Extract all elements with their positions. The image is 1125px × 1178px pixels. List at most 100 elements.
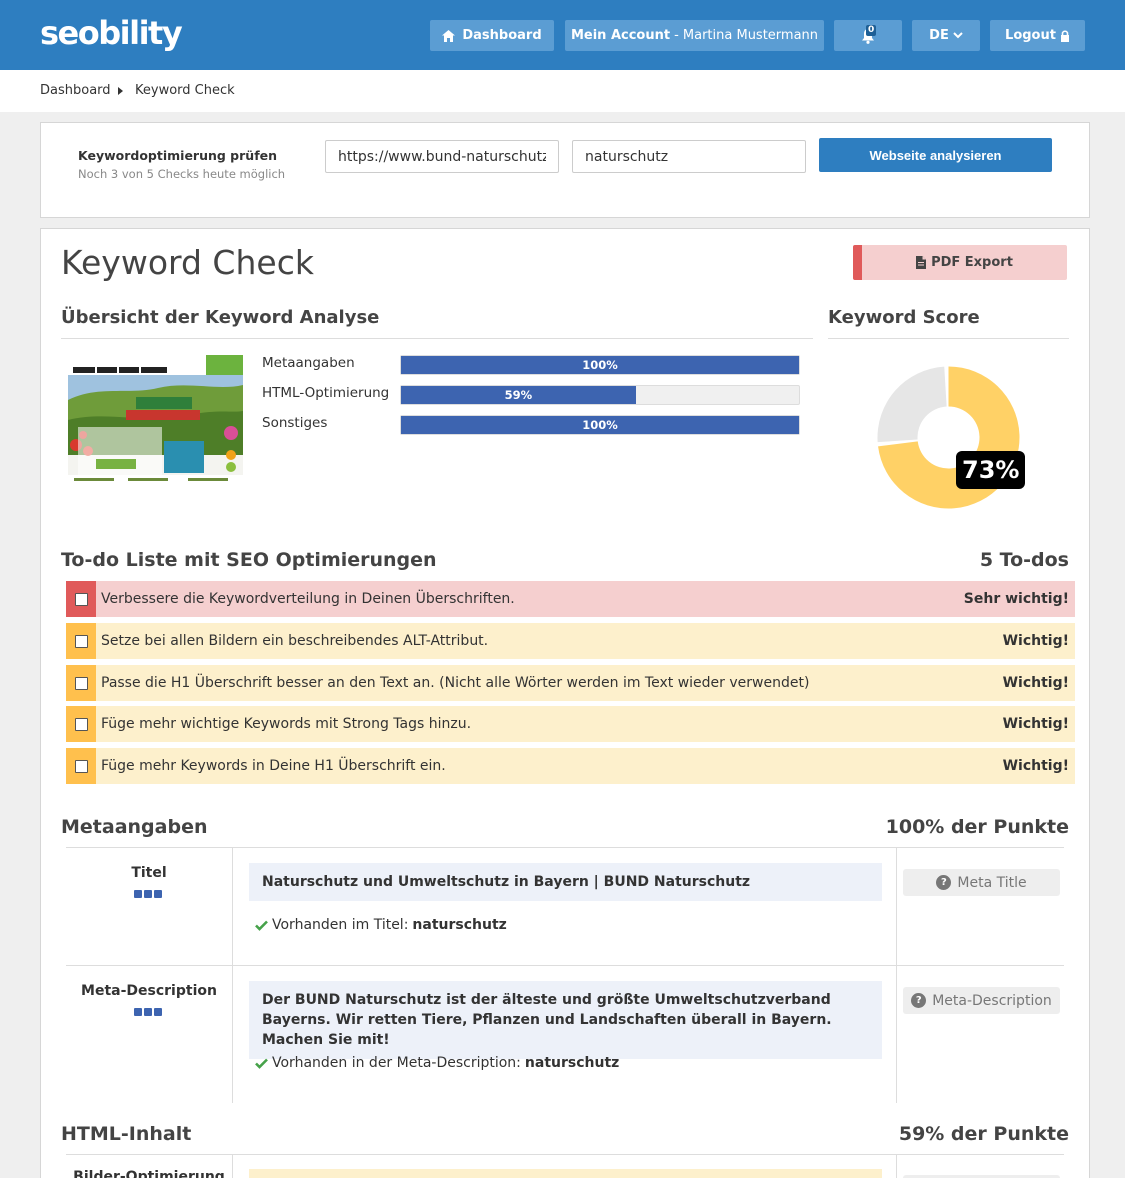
priority-marker: [66, 706, 96, 742]
home-icon: [442, 29, 456, 42]
todo-item[interactable]: Passe die H1 Überschrift besser an den T…: [66, 665, 1075, 701]
seobility-logo[interactable]: seobility: [40, 14, 183, 52]
question-icon: ?: [911, 993, 927, 1008]
importance-indicator: [134, 1008, 162, 1016]
bar-label-sonstiges: Sonstiges: [262, 415, 328, 431]
html-table-divider: [896, 1155, 897, 1178]
breadcrumb-current: Keyword Check: [135, 83, 235, 98]
progress-fill: 100%: [401, 356, 799, 374]
language-label: DE: [929, 28, 949, 43]
check-keyword: naturschutz: [412, 917, 507, 933]
todo-heading: To-do Liste mit SEO Optimierungen: [61, 549, 437, 571]
dashboard-button-label: Dashboard: [462, 28, 542, 43]
url-input[interactable]: [325, 140, 559, 173]
check-keyword: naturschutz: [524, 1055, 620, 1071]
html-row-label: Bilder-Optimierung: [73, 1169, 225, 1178]
todo-checkbox[interactable]: [74, 634, 88, 648]
language-dropdown[interactable]: DE: [912, 20, 980, 51]
pdf-export-button[interactable]: PDF Export: [853, 245, 1067, 280]
todo-item[interactable]: Verbessere die Keywordverteilung in Dein…: [66, 581, 1075, 617]
todo-priority: Sehr wichtig!: [963, 591, 1069, 607]
file-icon: [916, 256, 927, 269]
notifications-button[interactable]: 0: [834, 20, 902, 51]
progress-bar-html-optimierung: 59%: [400, 385, 800, 405]
pdf-export-label: PDF Export: [931, 255, 1013, 270]
html-section-points: 59% der Punkte: [898, 1123, 1069, 1145]
todo-priority: Wichtig!: [1002, 758, 1069, 774]
progress-fill: 59%: [401, 386, 636, 404]
keyword-input[interactable]: [572, 140, 806, 173]
todo-text: Setze bei allen Bildern ein beschreibend…: [101, 633, 489, 649]
html-table-divider: [232, 1155, 233, 1178]
bar-label-metaangaben: Metaangaben: [262, 355, 355, 371]
todo-text: Füge mehr wichtige Keywords mit Strong T…: [101, 716, 472, 732]
todo-priority: Wichtig!: [1002, 675, 1069, 691]
account-button[interactable]: Mein Account - Martina Mustermann: [565, 20, 824, 51]
checks-remaining-text: Noch 3 von 5 Checks heute möglich: [78, 167, 286, 181]
keyword-check-report: Keyword Check PDF Export Übersicht der K…: [40, 228, 1090, 1178]
todo-text: Passe die H1 Überschrift besser an den T…: [101, 675, 810, 691]
todo-priority: Wichtig!: [1002, 716, 1069, 732]
meta-check-result: Vorhanden in der Meta-Description: natur…: [255, 1055, 619, 1071]
overview-heading: Übersicht der Keyword Analyse: [61, 307, 380, 328]
html-table-top-border: [66, 1154, 1064, 1155]
meta-description-value: Der BUND Naturschutz ist der älteste und…: [249, 981, 882, 1059]
priority-marker: [66, 665, 96, 701]
page-title: Keyword Check: [61, 243, 314, 282]
meta-title-value: Naturschutz und Umweltschutz in Bayern |…: [249, 863, 882, 901]
notification-count-badge: 0: [866, 25, 877, 36]
breadcrumb-separator-icon: [118, 87, 123, 95]
importance-indicator: [134, 890, 162, 898]
meta-row-label: Titel: [131, 865, 167, 881]
analyze-website-button[interactable]: Webseite analysieren: [819, 138, 1052, 172]
todo-priority: Wichtig!: [1002, 633, 1069, 649]
meta-section-points: 100% der Punkte: [885, 816, 1069, 838]
breadcrumb: Dashboard Keyword Check: [0, 70, 1125, 112]
html-row-value-box: [249, 1169, 882, 1178]
meta-row-divider: [66, 965, 1064, 966]
chevron-down-icon: [953, 32, 963, 39]
logout-button[interactable]: Logout: [990, 20, 1085, 51]
todo-checkbox[interactable]: [74, 676, 88, 690]
keyword-score-value: 73%: [956, 451, 1026, 489]
meta-section-heading: Metaangaben: [61, 816, 208, 838]
form-title: Keywordoptimierung prüfen: [78, 148, 278, 163]
top-navigation-bar: seobility Dashboard Mein Account - Marti…: [0, 0, 1125, 70]
dashboard-button[interactable]: Dashboard: [430, 20, 554, 51]
todo-item[interactable]: Füge mehr Keywords in Deine H1 Überschri…: [66, 748, 1075, 784]
meta-description-help-button[interactable]: ? Meta-Description: [903, 987, 1060, 1014]
todo-item[interactable]: Füge mehr wichtige Keywords mit Strong T…: [66, 706, 1075, 742]
check-text: Vorhanden im Titel:: [272, 917, 409, 933]
priority-marker: [66, 581, 96, 617]
priority-marker: [66, 748, 96, 784]
lock-icon: [1060, 29, 1069, 42]
priority-marker: [66, 623, 96, 659]
todo-count: 5 To-dos: [979, 549, 1069, 571]
progress-fill: 100%: [401, 416, 799, 434]
checkmark-icon: [255, 920, 268, 931]
check-text: Vorhanden in der Meta-Description:: [272, 1055, 521, 1071]
meta-table-divider: [896, 848, 897, 1103]
checkmark-icon: [255, 1058, 268, 1069]
breadcrumb-dashboard-link[interactable]: Dashboard: [40, 83, 111, 98]
question-icon: ?: [936, 875, 952, 890]
meta-table-top-border: [66, 847, 1064, 848]
meta-check-result: Vorhanden im Titel: naturschutz: [255, 917, 507, 933]
todo-item[interactable]: Setze bei allen Bildern ein beschreibend…: [66, 623, 1075, 659]
todo-checkbox[interactable]: [74, 759, 88, 773]
account-button-label: Mein Account: [570, 28, 671, 43]
score-divider: [828, 338, 1069, 339]
todo-text: Verbessere die Keywordverteilung in Dein…: [101, 591, 515, 607]
keyword-check-form: Keywordoptimierung prüfen Noch 3 von 5 C…: [40, 122, 1090, 218]
meta-title-help-button[interactable]: ? Meta Title: [903, 869, 1060, 896]
progress-bar-metaangaben: 100%: [400, 355, 800, 375]
todo-text: Füge mehr Keywords in Deine H1 Überschri…: [101, 758, 446, 774]
meta-table-divider: [232, 848, 233, 1103]
account-user-name: - Martina Mustermann: [674, 28, 819, 43]
html-section-heading: HTML-Inhalt: [61, 1123, 192, 1145]
meta-row-label: Meta-Description: [81, 983, 217, 999]
help-label: Meta-Description: [932, 992, 1052, 1009]
website-screenshot-thumbnail: [68, 355, 243, 487]
todo-checkbox[interactable]: [74, 717, 88, 731]
todo-checkbox[interactable]: [74, 592, 88, 606]
